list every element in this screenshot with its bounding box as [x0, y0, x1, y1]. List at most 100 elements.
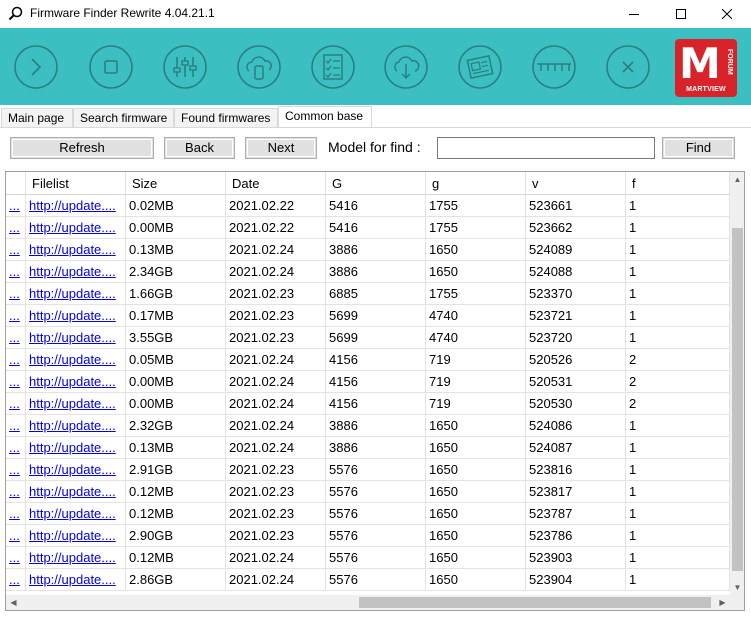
cell-detail[interactable]: ...	[6, 503, 26, 525]
cell-detail[interactable]: ...	[6, 261, 26, 283]
cell-filelist[interactable]: http://update....	[26, 459, 126, 481]
table-header: Filelist Size Date Gg v f	[6, 172, 730, 195]
maximize-button[interactable]	[658, 0, 704, 28]
cell-detail[interactable]: ...	[6, 569, 26, 591]
table-row[interactable]: ... http://update.... 0.05MB 2021.02.24 4156…	[6, 349, 730, 371]
cell-filelist[interactable]: http://update....	[26, 547, 126, 569]
cancel-button[interactable]	[605, 44, 651, 90]
cell-detail[interactable]: ...	[6, 525, 26, 547]
refresh-button[interactable]: Refresh	[10, 137, 154, 159]
logo-brand-text: MARTVIEW	[686, 86, 726, 93]
cell-detail[interactable]: ...	[6, 349, 26, 371]
next-button[interactable]: Next	[245, 137, 317, 159]
table-row[interactable]: ... http://update.... 0.12MB 2021.02.24 5576…	[6, 547, 730, 569]
column-header-filelist[interactable]: Filelist	[26, 172, 126, 195]
start-button[interactable]	[13, 44, 59, 90]
cell-filelist[interactable]: http://update....	[26, 481, 126, 503]
column-header-g-upper[interactable]: G	[326, 172, 426, 195]
tab-found-firmwares[interactable]: Found firmwares	[174, 108, 278, 128]
cell-filelist[interactable]: http://update....	[26, 503, 126, 525]
cell-filelist[interactable]: http://update....	[26, 305, 126, 327]
find-button[interactable]: Find	[662, 137, 735, 159]
cell-filelist[interactable]: http://update....	[26, 393, 126, 415]
table-row[interactable]: ... http://update.... 2.34GB 2021.02.24 3886…	[6, 261, 730, 283]
cell-detail[interactable]: ...	[6, 305, 26, 327]
cell-detail[interactable]: ...	[6, 393, 26, 415]
table-row[interactable]: ... http://update.... 2.32GB 2021.02.24 3886…	[6, 415, 730, 437]
minimize-button[interactable]	[611, 0, 657, 28]
cell-g-lower: 1650	[426, 569, 526, 591]
table-row[interactable]: ... http://update.... 0.12MB 2021.02.23 5576…	[6, 503, 730, 525]
tab-main-page[interactable]: Main page	[1, 108, 73, 128]
back-button[interactable]: Back	[164, 137, 235, 159]
cell-filelist[interactable]: http://update....	[26, 327, 126, 349]
table-row[interactable]: ... http://update.... 0.02MB 2021.02.22 5416…	[6, 195, 730, 217]
cell-detail[interactable]: ...	[6, 195, 26, 217]
table-row[interactable]: ... http://update.... 0.00MB 2021.02.22 5416…	[6, 217, 730, 239]
table-row[interactable]: ... http://update.... 2.86GB 2021.02.24 5576…	[6, 569, 730, 591]
cell-detail[interactable]: ...	[6, 415, 26, 437]
close-button[interactable]	[704, 0, 750, 28]
cell-filelist[interactable]: http://update....	[26, 525, 126, 547]
cell-filelist[interactable]: http://update....	[26, 195, 126, 217]
table-row[interactable]: ... http://update.... 0.13MB 2021.02.24 3886…	[6, 437, 730, 459]
tab-common-base[interactable]: Common base	[278, 106, 372, 128]
horizontal-scrollbar[interactable]: ◀ ▶	[6, 595, 730, 610]
scroll-right-icon[interactable]: ▶	[715, 595, 730, 610]
cell-filelist[interactable]: http://update....	[26, 415, 126, 437]
table-row[interactable]: ... http://update.... 0.00MB 2021.02.24 4156…	[6, 393, 730, 415]
column-header-detail[interactable]	[6, 172, 26, 195]
download-button[interactable]	[383, 44, 429, 90]
cell-filelist[interactable]: http://update....	[26, 239, 126, 261]
table-row[interactable]: ... http://update.... 0.17MB 2021.02.23 5699…	[6, 305, 730, 327]
cell-detail[interactable]: ...	[6, 283, 26, 305]
cell-detail[interactable]: ...	[6, 217, 26, 239]
measure-button[interactable]	[531, 44, 577, 90]
column-header-v[interactable]: v	[526, 172, 626, 195]
cloud-device-button[interactable]	[236, 44, 282, 90]
cell-filelist[interactable]: http://update....	[26, 217, 126, 239]
cell-filelist[interactable]: http://update....	[26, 371, 126, 393]
cell-v: 523720	[526, 327, 626, 349]
checklist-button[interactable]	[310, 44, 356, 90]
cell-detail[interactable]: ...	[6, 459, 26, 481]
cell-filelist[interactable]: http://update....	[26, 261, 126, 283]
table-row[interactable]: ... http://update.... 3.55GB 2021.02.23 5699…	[6, 327, 730, 349]
vertical-scroll-thumb[interactable]	[732, 228, 743, 571]
cell-filelist[interactable]: http://update....	[26, 569, 126, 591]
table-row[interactable]: ... http://update.... 0.00MB 2021.02.24 4156…	[6, 371, 730, 393]
stop-button[interactable]	[88, 44, 134, 90]
martview-logo[interactable]: M FORUM MARTVIEW	[675, 39, 737, 97]
column-header-size[interactable]: Size	[126, 172, 226, 195]
cell-f: 1	[626, 547, 730, 569]
table-row[interactable]: ... http://update.... 2.90GB 2021.02.23 5576…	[6, 525, 730, 547]
cell-detail[interactable]: ...	[6, 547, 26, 569]
cell-detail[interactable]: ...	[6, 239, 26, 261]
cell-detail[interactable]: ...	[6, 481, 26, 503]
column-header-f[interactable]: f	[626, 172, 730, 195]
scroll-up-icon[interactable]: ▲	[730, 172, 744, 187]
table-row[interactable]: ... http://update.... 1.66GB 2021.02.23 6885…	[6, 283, 730, 305]
table-row[interactable]: ... http://update.... 0.12MB 2021.02.23 5576…	[6, 481, 730, 503]
cell-filelist[interactable]: http://update....	[26, 437, 126, 459]
cell-detail[interactable]: ...	[6, 371, 26, 393]
model-input[interactable]	[437, 137, 655, 159]
table-row[interactable]: ... http://update.... 0.13MB 2021.02.24 3886…	[6, 239, 730, 261]
table-row[interactable]: ... http://update.... 2.91GB 2021.02.23 5576…	[6, 459, 730, 481]
settings-button[interactable]	[162, 44, 208, 90]
column-header-g-lower[interactable]: g	[426, 172, 526, 195]
cell-detail[interactable]: ...	[6, 437, 26, 459]
vertical-scrollbar[interactable]: ▲ ▼	[730, 172, 744, 595]
scroll-left-icon[interactable]: ◀	[6, 595, 21, 610]
column-header-date[interactable]: Date	[226, 172, 326, 195]
cell-g-upper: 5576	[326, 503, 426, 525]
checklist-icon	[311, 45, 355, 89]
cell-filelist[interactable]: http://update....	[26, 349, 126, 371]
cell-detail[interactable]: ...	[6, 327, 26, 349]
cell-g-lower: 1650	[426, 261, 526, 283]
scroll-down-icon[interactable]: ▼	[730, 580, 744, 595]
news-button[interactable]	[457, 44, 503, 90]
tab-search-firmware[interactable]: Search firmware	[73, 108, 174, 128]
cell-filelist[interactable]: http://update....	[26, 283, 126, 305]
horizontal-scroll-thumb[interactable]	[359, 597, 711, 608]
